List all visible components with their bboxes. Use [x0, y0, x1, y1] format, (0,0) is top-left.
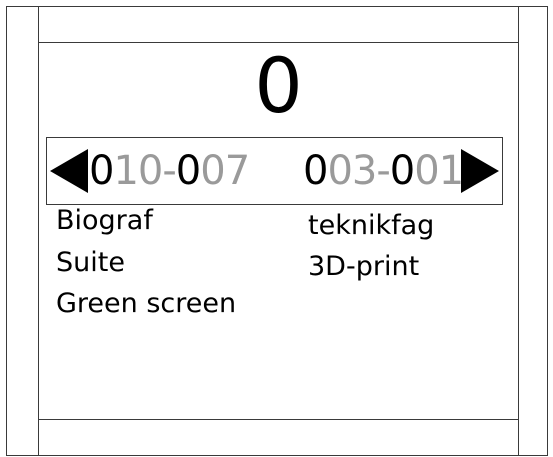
right-code-part: 0: [389, 148, 415, 194]
list-item-teknikfag[interactable]: teknikfag: [308, 209, 434, 243]
right-code-part: 03-: [327, 148, 390, 194]
triangle-left-icon[interactable]: [50, 149, 88, 193]
left-code-part: 10-: [113, 148, 176, 194]
list-item-suite[interactable]: Suite: [56, 246, 125, 280]
left-code-part: 07: [200, 148, 250, 194]
list-item-biograf[interactable]: Biograf: [56, 204, 153, 238]
left-code: 010-007: [89, 147, 250, 195]
left-code-part: 0: [89, 148, 114, 194]
left-code-part: 0: [175, 148, 201, 194]
code-navigator: 010-007 003-001: [46, 137, 503, 205]
right-code: 003-001: [303, 147, 464, 195]
triangle-right-icon[interactable]: [461, 149, 499, 193]
right-code-part: 01: [414, 148, 464, 194]
bottom-bar-divider: [38, 419, 519, 420]
right-code-part: 0: [303, 148, 328, 194]
list-item-3d-print[interactable]: 3D-print: [308, 250, 419, 284]
list-item-green-screen[interactable]: Green screen: [56, 287, 236, 321]
counter-display: 0: [254, 41, 303, 130]
